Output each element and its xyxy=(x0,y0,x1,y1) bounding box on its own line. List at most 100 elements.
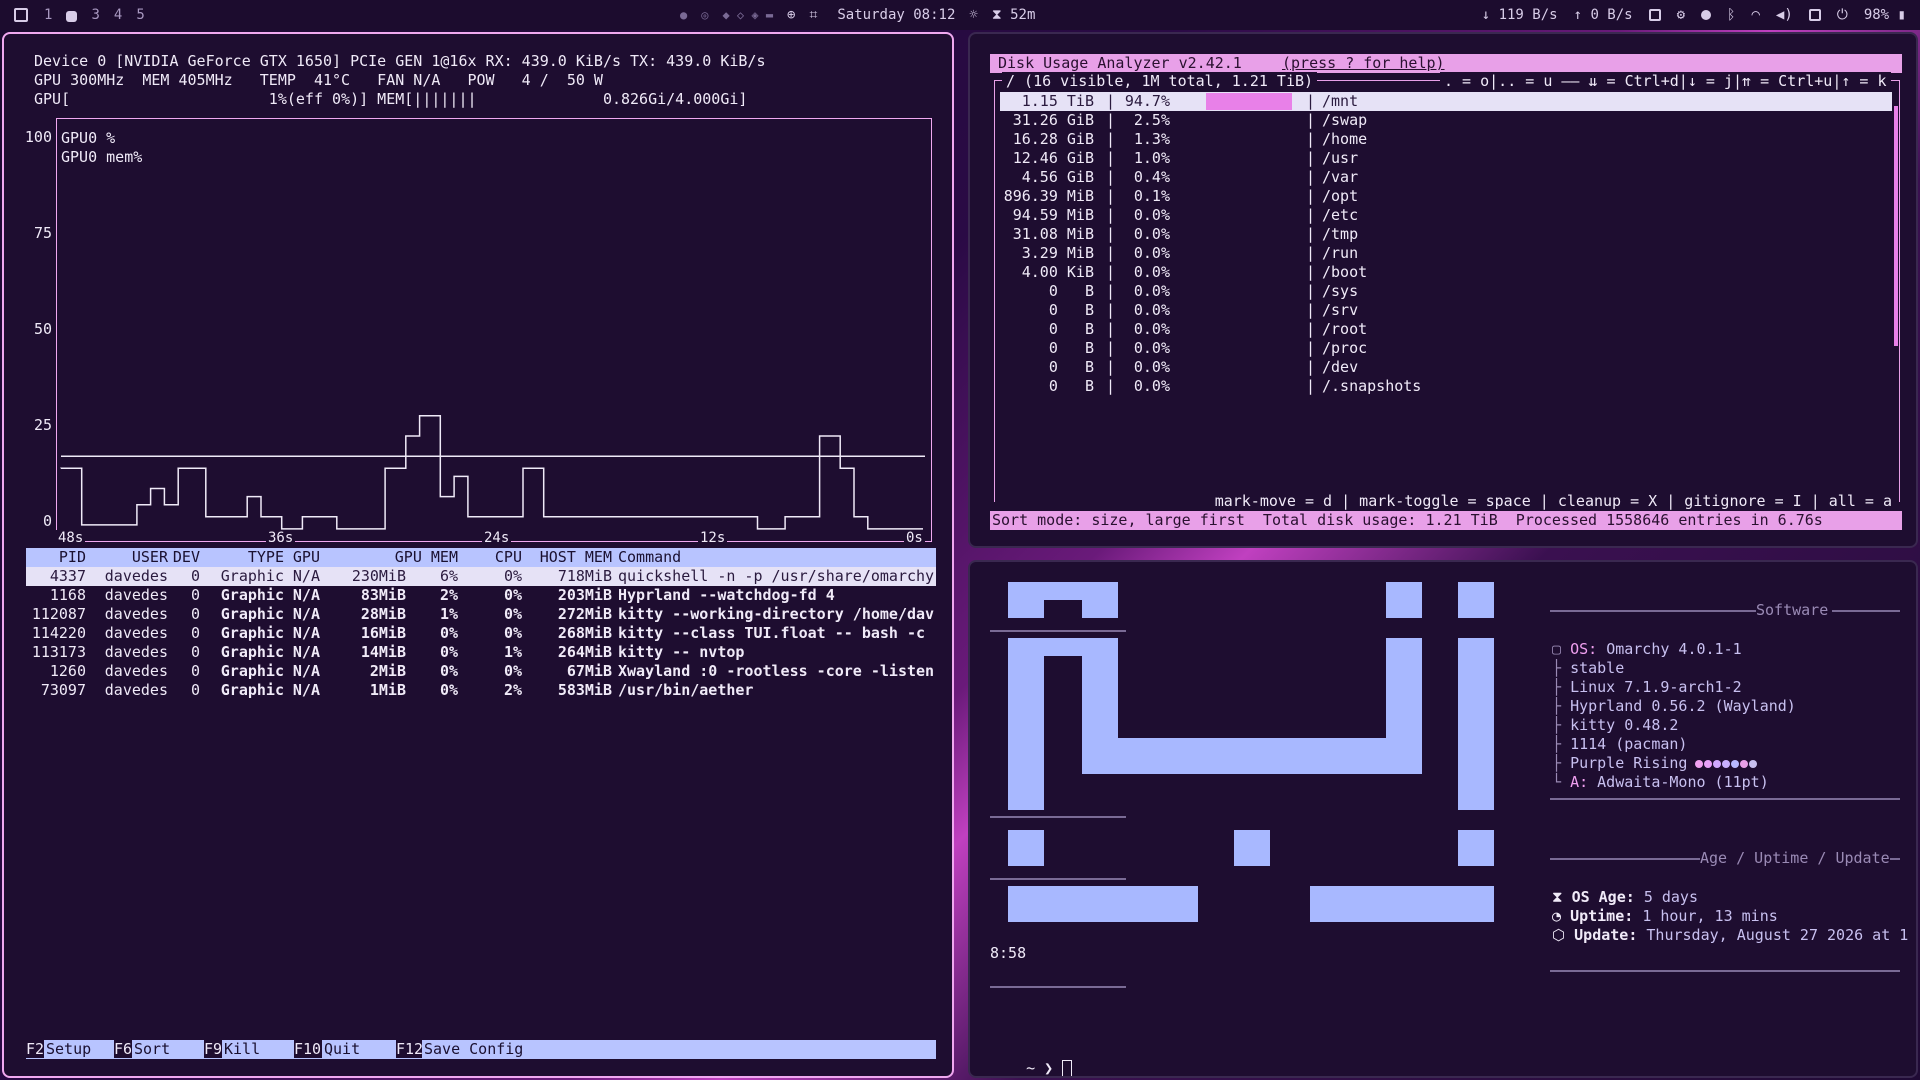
clipboard-icon[interactable] xyxy=(1648,9,1661,21)
process-row[interactable]: 114220 davedes 0 Graphic N/A 16MiB 0% 0% 268MiB k… xyxy=(26,624,936,643)
usage-bar-mnt xyxy=(1206,93,1292,110)
kill-button[interactable]: Kill xyxy=(222,1040,294,1059)
process-row[interactable]: 4337 davedes 0 Graphic N/A 230MiB 6% 0% 718MiB qu… xyxy=(26,567,936,586)
divider xyxy=(1550,970,1900,972)
cell-host-mem: 583MiB xyxy=(557,681,612,699)
cell-cpu: 0% xyxy=(503,624,522,642)
tree-branch: ├ xyxy=(1552,735,1571,753)
process-row[interactable]: 113173 davedes 0 Graphic N/A 14MiB 0% 1% 264MiB k… xyxy=(26,643,936,662)
process-row[interactable]: 1168 davedes 0 Graphic N/A 83MiB 2% 0% 203MiB Hyp… xyxy=(26,586,936,605)
workspace-4[interactable]: 4 xyxy=(114,7,122,23)
disk-usage-window[interactable]: Disk Usage Analyzer v2.42.1 (press ? for… xyxy=(968,32,1918,548)
timer[interactable]: ⧗ 52m xyxy=(992,7,1036,23)
logo-block xyxy=(1082,738,1422,774)
app-icon[interactable] xyxy=(1701,10,1712,20)
entry-size: 0 B xyxy=(1048,320,1094,338)
software-entry: ├ Linux 7.1.9-arch1-2 xyxy=(1552,678,1742,697)
timer-value: 52m xyxy=(1010,7,1036,23)
col-gpu[interactable]: GPU xyxy=(293,548,320,566)
crop-icon[interactable]: ⌗ xyxy=(809,7,817,23)
col-command[interactable]: Command xyxy=(618,548,681,566)
col-cpu[interactable]: CPU xyxy=(495,548,522,566)
col-pid[interactable]: PID xyxy=(59,548,86,566)
process-row[interactable]: 73097 davedes 0 Graphic N/A 1MiB 0% 2% 583MiB/us… xyxy=(26,681,936,700)
x-tick: 0s xyxy=(904,530,925,546)
tray-icons[interactable]: ◆ ◇ ◈ ▬ xyxy=(722,8,773,22)
entry-percent: 0.0% xyxy=(1133,301,1170,319)
sort-button[interactable]: Sort xyxy=(132,1040,204,1059)
process-row[interactable]: 112087 davedes 0 Graphic N/A 28MiB 1% 0% 272MiB k… xyxy=(26,605,936,624)
help-hint[interactable]: (press ? for help) xyxy=(1282,54,1445,73)
workspace-3[interactable]: 3 xyxy=(91,7,99,23)
color-palette xyxy=(1695,754,1758,772)
cell-host-mem: 268MiB xyxy=(557,624,612,642)
process-row[interactable]: 1260 davedes 0 Graphic N/A 2MiB 0% 0% 67MiB Xwayl… xyxy=(26,662,936,681)
cell-gpu-mem-pct: 0% xyxy=(439,681,458,699)
power-icon[interactable]: ⏻ xyxy=(1837,7,1848,23)
entry-path: /usr xyxy=(1322,149,1359,167)
divider xyxy=(1550,858,1700,860)
net-up-value: 0 B/s xyxy=(1590,7,1633,23)
cell-pid: 112087 xyxy=(31,605,86,623)
col-host-mem[interactable]: HOST MEM xyxy=(540,548,612,566)
col-type[interactable]: TYPE xyxy=(248,548,284,566)
palette-swatch xyxy=(1713,760,1722,768)
gear-icon[interactable]: ⚙ xyxy=(1677,7,1685,23)
disk-action-keys: mark-move = d | mark-toggle = space | cl… xyxy=(1210,492,1896,511)
monitor-icon[interactable] xyxy=(1808,9,1821,21)
cell-command: /usr/bin/aether xyxy=(618,681,754,699)
net-up: ↑ 0 B/s xyxy=(1573,7,1633,23)
logo-block xyxy=(1008,582,1044,618)
col-user[interactable]: USER xyxy=(132,548,168,566)
entry-path: /sys xyxy=(1322,282,1359,300)
palette-swatch xyxy=(1749,760,1758,768)
quit-button[interactable]: Quit xyxy=(322,1040,396,1059)
entry-percent: 0.0% xyxy=(1133,263,1170,281)
sun-icon[interactable]: ☼ xyxy=(969,7,977,23)
wifi-icon[interactable]: ◠ xyxy=(1751,7,1759,23)
workspace-2-active[interactable] xyxy=(66,10,78,22)
nvtop-window[interactable]: Device 0 [NVIDIA GeForce GTX 1650] PCIe … xyxy=(2,32,954,1078)
clock[interactable]: Saturday 08:12 xyxy=(837,7,955,23)
tree-branch: └ xyxy=(1552,773,1571,791)
cell-type: Graphic xyxy=(220,567,284,585)
col-dev[interactable]: DEV xyxy=(173,548,200,566)
shell-prompt[interactable]: ~ ❯ xyxy=(990,1040,1073,1076)
x-tick: 24s xyxy=(482,530,512,546)
process-table-header[interactable]: PID USER DEV TYPE GPU GPU MEM CPU HOST M… xyxy=(26,548,936,567)
mic-icon[interactable]: ● xyxy=(680,8,687,22)
cell-gpu-mem-pct: 0% xyxy=(439,643,458,661)
battery-icon: ▮ xyxy=(1897,7,1906,23)
target-icon[interactable]: ⊕ xyxy=(787,7,795,23)
menu-icon[interactable] xyxy=(14,8,28,22)
save-config-button[interactable]: Save Config xyxy=(422,1040,936,1059)
logo-block xyxy=(1082,638,1118,738)
gpu-usage-line xyxy=(60,415,923,530)
entry-percent: 1.3% xyxy=(1133,130,1170,148)
entry-label: Update: xyxy=(1574,926,1638,944)
palette-swatch xyxy=(1695,760,1704,768)
f10-key[interactable]: F10 xyxy=(294,1040,324,1058)
bluetooth-icon[interactable]: ᛒ xyxy=(1727,7,1735,23)
setup-button[interactable]: Setup xyxy=(44,1040,114,1059)
terminal-fastfetch-window[interactable]: 8:58 Software ▢ OS: Omarchy 4.0.1-1 ├ sta… xyxy=(968,560,1918,1078)
volume-icon[interactable]: ◀) xyxy=(1776,7,1793,23)
cell-command: Xwayland :0 -rootless -core -listen xyxy=(618,662,935,680)
cell-dev: 0 xyxy=(190,681,200,699)
scrollbar[interactable] xyxy=(1894,106,1898,346)
cell-gpu-mem: 83MiB xyxy=(360,586,406,604)
cell-host-mem: 203MiB xyxy=(557,586,612,604)
disk-header: / (16 visible, 1M total, 1.21 TiB) xyxy=(1002,72,1318,91)
record-icon[interactable]: ◎ xyxy=(701,8,708,22)
entry-percent: 94.7% xyxy=(1124,92,1170,110)
separator: | xyxy=(1306,225,1316,243)
workspace-5[interactable]: 5 xyxy=(136,7,144,23)
entry-path: /tmp xyxy=(1322,225,1359,243)
battery[interactable]: 98% ▮ xyxy=(1864,7,1906,23)
gpu-usage-bars: GPU[ 1%(eff 0%)] MEM[||||||| 0.826Gi/4.0… xyxy=(34,90,748,108)
f12-key[interactable]: F12 xyxy=(396,1040,426,1058)
workspace-1[interactable]: 1 xyxy=(44,7,52,23)
separator: | xyxy=(1306,282,1316,300)
col-gpu-mem[interactable]: GPU MEM xyxy=(395,548,458,566)
cell-gpu-mem-pct: 2% xyxy=(439,586,458,604)
